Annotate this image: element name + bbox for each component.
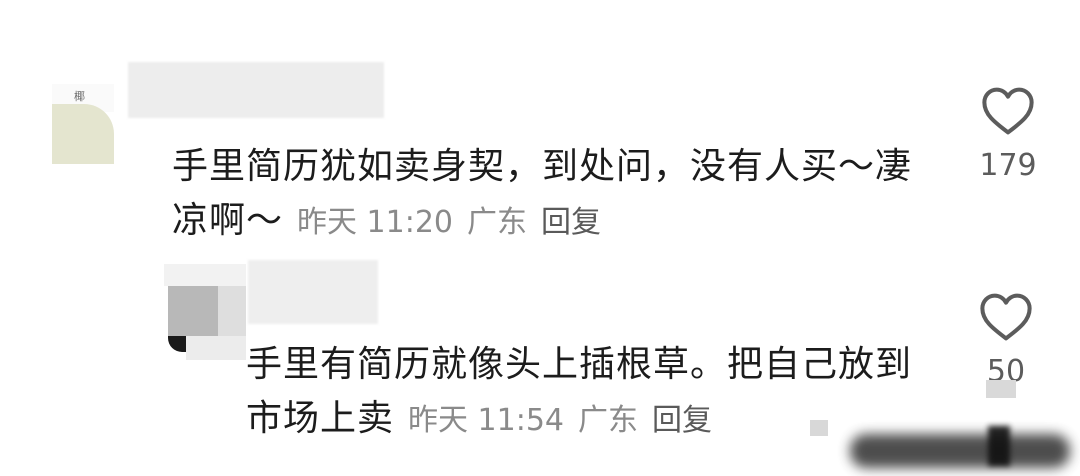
blur-patch xyxy=(986,380,1016,398)
comment-location: 广东 xyxy=(467,205,528,240)
heart-outline-icon xyxy=(980,293,1032,341)
reply-button[interactable]: 回复 xyxy=(541,205,601,240)
avatar[interactable] xyxy=(164,264,246,360)
comment-location: 广东 xyxy=(578,403,639,438)
username[interactable] xyxy=(248,260,378,324)
like-button[interactable]: 179 xyxy=(972,86,1044,183)
like-button[interactable]: 50 xyxy=(970,292,1042,389)
avatar[interactable]: 椰 xyxy=(52,84,114,164)
comment-time: 昨天 11:54 xyxy=(408,403,565,438)
comment-time: 昨天 11:20 xyxy=(297,205,454,240)
avatar-label: 椰 xyxy=(74,90,85,103)
heart-outline-icon xyxy=(982,87,1034,135)
username[interactable] xyxy=(128,62,384,118)
watermark-blur xyxy=(810,416,1080,476)
reply-button[interactable]: 回复 xyxy=(652,403,712,438)
comment-meta: 昨天 11:20 广东 回复 xyxy=(297,205,615,240)
comment-item: 椰 手里简历犹如卖身契，到处问，没有人买～凄凉啊～ 昨天 11:20 广东 回复 17… xyxy=(0,0,1080,250)
comment-meta: 昨天 11:54 广东 回复 xyxy=(408,403,726,438)
like-count: 179 xyxy=(979,148,1037,183)
comment-text-block: 手里简历犹如卖身契，到处问，没有人买～凄凉啊～ 昨天 11:20 广东 回复 xyxy=(172,140,912,250)
